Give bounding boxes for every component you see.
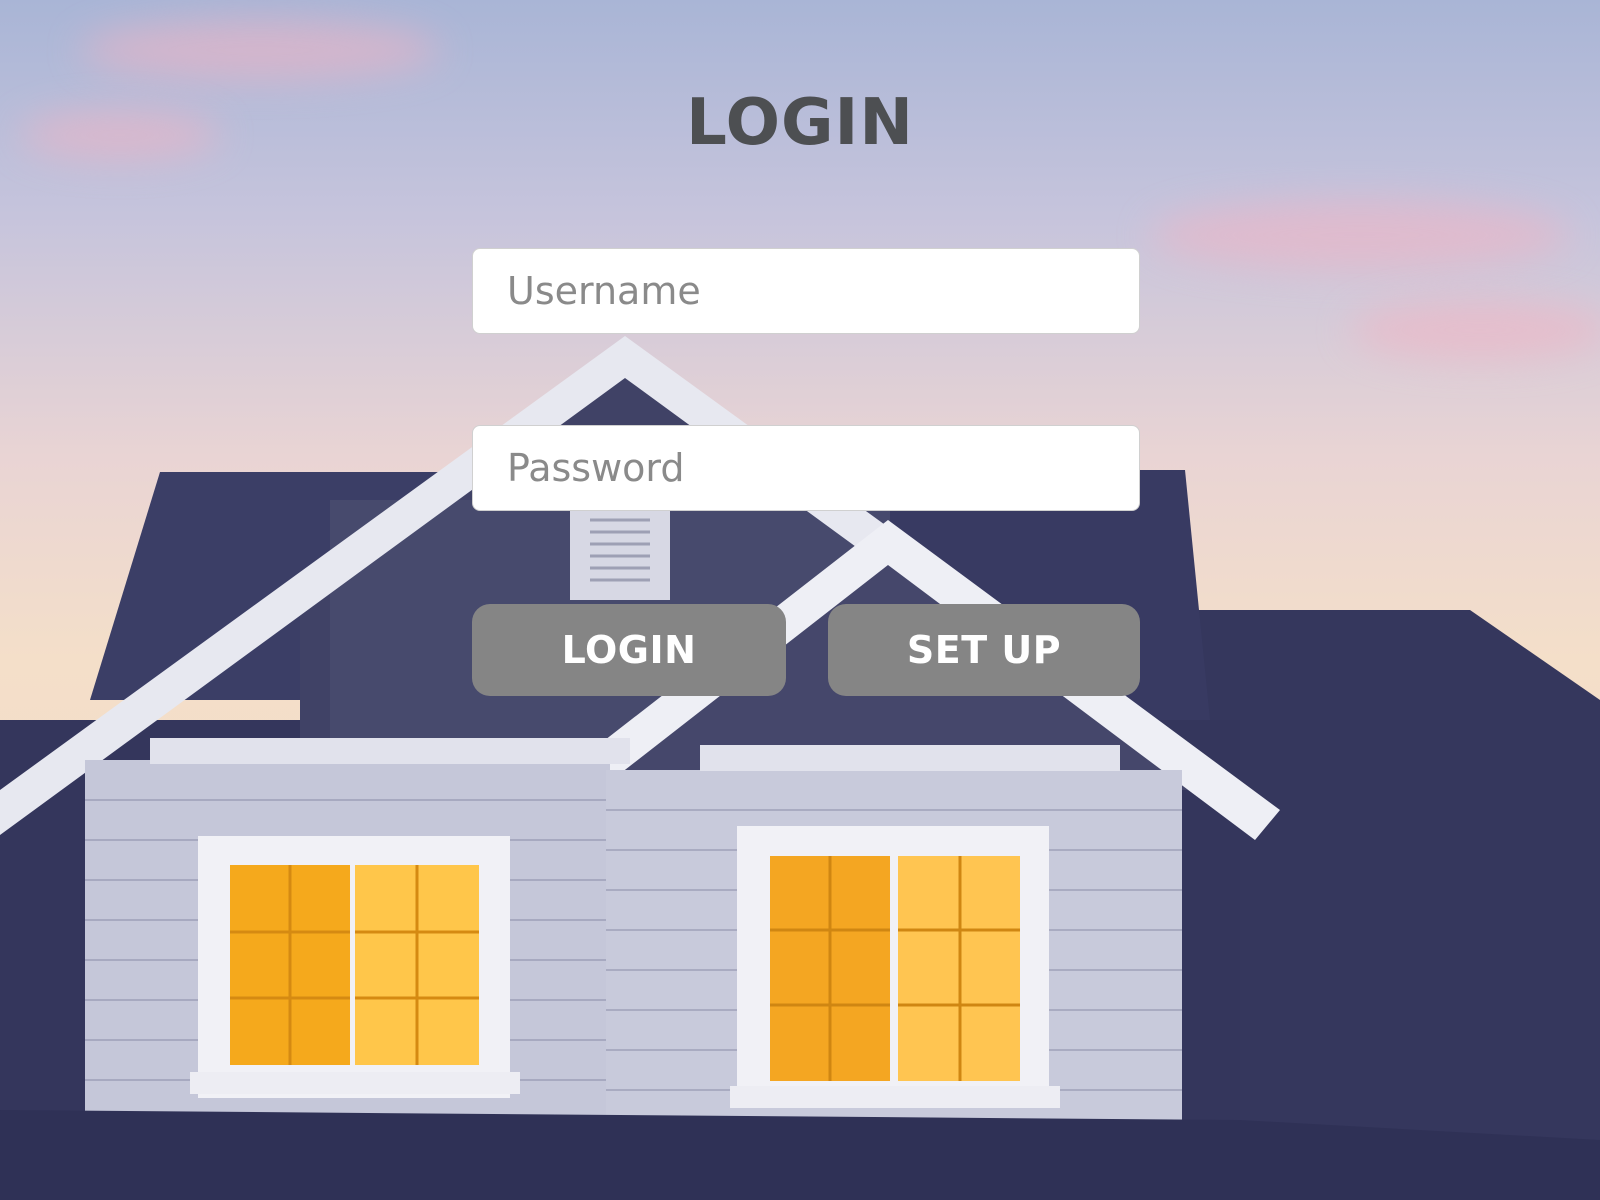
username-input[interactable] [472,248,1140,334]
setup-button[interactable]: SET UP [828,604,1140,696]
page-title: LOGIN [686,86,914,160]
login-button[interactable]: LOGIN [472,604,786,696]
password-input[interactable] [472,425,1140,511]
login-page: LOGIN LOGIN SET UP [0,0,1600,1200]
house-background-image [0,336,1600,1200]
